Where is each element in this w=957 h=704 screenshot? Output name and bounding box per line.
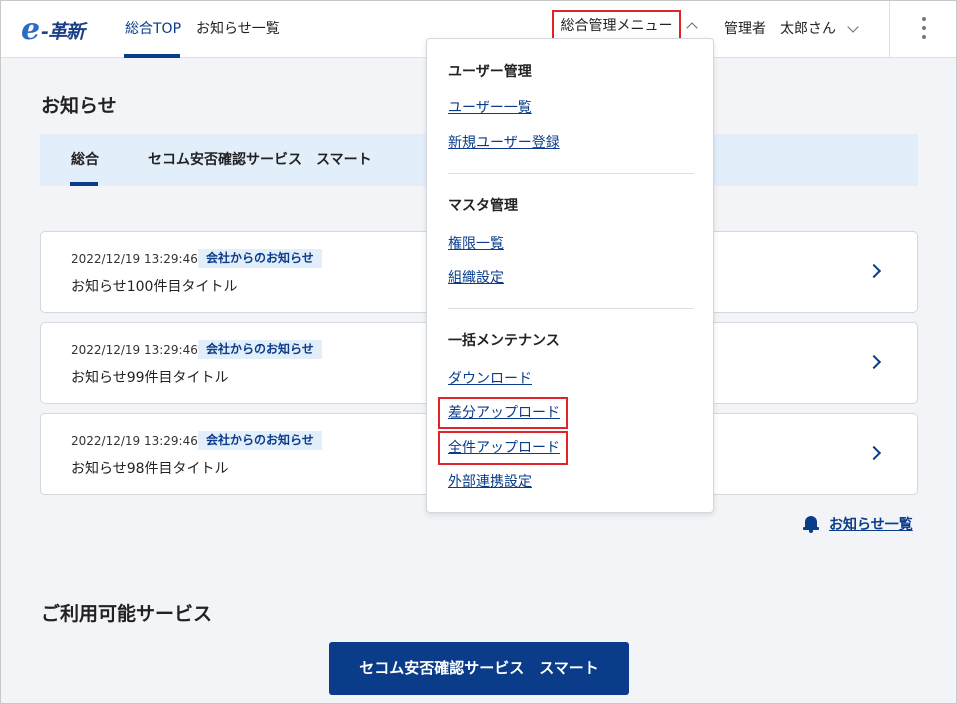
chevron-up-icon[interactable] [686, 22, 698, 34]
news-date: 2022/12/19 13:29:46 [71, 343, 198, 357]
all-news-label: お知らせ一覧 [829, 517, 913, 533]
menu-heading-master-management: マスタ管理 [448, 198, 518, 214]
menu-heading-user-management: ユーザー管理 [448, 64, 532, 80]
menu-link-download[interactable]: ダウンロード [448, 369, 532, 389]
menu-link-new-user[interactable]: 新規ユーザー登録 [448, 133, 560, 153]
app-window: e -革新 総合TOP お知らせ一覧 総合管理メニュー 管理者 太郎さん お知ら… [0, 0, 957, 704]
nav-active-indicator [124, 54, 180, 58]
nav-news-list[interactable]: お知らせ一覧 [196, 1, 280, 58]
news-date: 2022/12/19 13:29:46 [71, 252, 198, 266]
kebab-menu-icon[interactable] [919, 17, 929, 43]
logo-text: -革新 [41, 20, 85, 43]
menu-link-diff-upload[interactable]: 差分アップロード [448, 403, 560, 423]
menu-divider [448, 173, 694, 174]
admin-dropdown-menu: ユーザー管理 ユーザー一覧 新規ユーザー登録 マスタ管理 権限一覧 組織設定 一… [426, 38, 714, 513]
nav-general-top[interactable]: 総合TOP [125, 1, 181, 58]
tab-secom-service[interactable]: セコム安否確認サービス スマート [148, 134, 372, 186]
news-category-badge: 会社からのお知らせ [198, 249, 322, 268]
header-divider [889, 1, 890, 58]
tab-active-indicator [70, 182, 98, 186]
news-category-badge: 会社からのお知らせ [198, 340, 322, 359]
news-section-title: お知らせ [41, 95, 117, 117]
news-title: お知らせ100件目タイトル [71, 279, 238, 295]
chevron-right-icon [866, 354, 882, 370]
menu-heading-bulk-maintenance: 一括メンテナンス [448, 333, 560, 349]
services-section-title: ご利用可能サービス [41, 603, 213, 625]
menu-link-organization-settings[interactable]: 組織設定 [448, 268, 504, 288]
all-news-link[interactable]: お知らせ一覧 [803, 513, 913, 535]
bell-icon [803, 515, 819, 533]
logo[interactable]: e -革新 [21, 12, 85, 47]
news-title: お知らせ99件目タイトル [71, 370, 229, 386]
news-category-badge: 会社からのお知らせ [198, 431, 322, 450]
secom-service-button[interactable]: セコム安否確認サービス スマート [329, 642, 629, 695]
chevron-right-icon [866, 263, 882, 279]
news-date: 2022/12/19 13:29:46 [71, 434, 198, 448]
menu-link-full-upload[interactable]: 全件アップロード [448, 438, 560, 458]
user-role: 管理者 [724, 21, 766, 37]
tab-general[interactable]: 総合 [71, 134, 99, 186]
user-name-menu[interactable]: 太郎さん [780, 1, 836, 58]
menu-link-external-integration[interactable]: 外部連携設定 [448, 472, 532, 492]
menu-link-user-list[interactable]: ユーザー一覧 [448, 98, 532, 118]
news-title: お知らせ98件目タイトル [71, 461, 229, 477]
chevron-right-icon [866, 445, 882, 461]
menu-divider [448, 308, 694, 309]
logo-mark: e [21, 12, 41, 47]
chevron-down-icon[interactable] [847, 21, 859, 33]
menu-link-permission-list[interactable]: 権限一覧 [448, 234, 504, 254]
